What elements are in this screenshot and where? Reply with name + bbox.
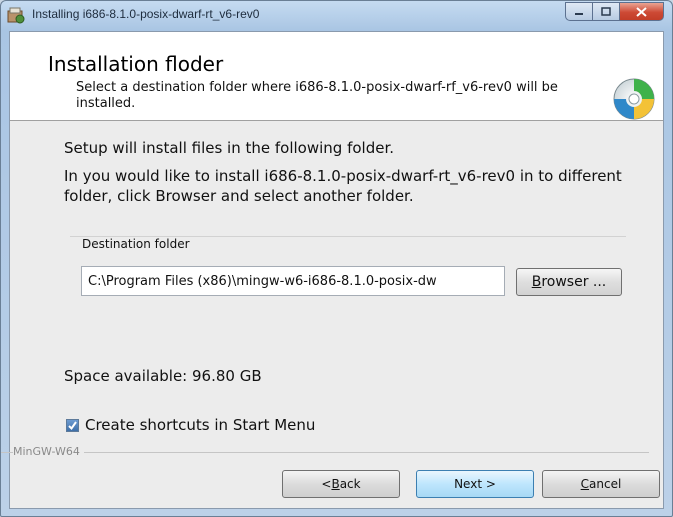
destination-path-input[interactable] <box>81 266 505 296</box>
back-prefix: < <box>321 477 332 491</box>
title-bar[interactable]: Installing i686-8.1.0-posix-dwarf-rt_v6-… <box>1 1 672 29</box>
page-description: Select a destination folder where i686-8… <box>76 80 558 111</box>
back-button[interactable]: < Back <box>282 470 400 498</box>
minimize-icon <box>575 12 583 15</box>
next-label: Next > <box>454 477 496 491</box>
shortcuts-label: Create shortcuts in Start Menu <box>85 416 316 434</box>
back-accel: B <box>331 477 340 491</box>
cancel-button[interactable]: Cancel <box>542 470 660 498</box>
installer-icon <box>7 7 25 24</box>
dialog-content: Installation floder Select a destination… <box>1 31 664 509</box>
instructions-text: In you would like to install i686-8.1.0-… <box>64 167 622 205</box>
destination-group-label: Destination folder <box>82 237 194 251</box>
cancel-label: ancel <box>589 477 622 491</box>
caption-buttons <box>565 2 664 21</box>
maximize-button[interactable] <box>592 2 619 21</box>
cancel-accel: C <box>580 477 590 491</box>
close-icon <box>636 6 647 17</box>
maximize-icon <box>601 7 611 16</box>
browse-button[interactable]: Browser ... <box>516 268 622 296</box>
cd-disc-icon <box>613 78 655 120</box>
browse-accel: B <box>531 274 542 290</box>
shortcuts-checkbox[interactable] <box>66 418 79 432</box>
header-panel: Installation floder Select a destination… <box>10 32 663 121</box>
brand-label: MinGW-W64 <box>13 445 84 458</box>
brand-divider <box>1 452 649 453</box>
minimize-button[interactable] <box>565 2 592 21</box>
next-button[interactable]: Next > <box>416 470 534 498</box>
browse-label: rowser ... <box>541 274 607 290</box>
installer-window: Installing i686-8.1.0-posix-dwarf-rt_v6-… <box>0 0 673 517</box>
checkmark-icon <box>68 420 77 430</box>
page-title: Installation floder <box>48 52 224 76</box>
close-button[interactable] <box>619 2 664 21</box>
back-label: ack <box>339 477 361 491</box>
window-title: Installing i686-8.1.0-posix-dwarf-rt_v6-… <box>32 7 260 21</box>
shortcuts-row[interactable]: Create shortcuts in Start Menu <box>66 416 315 434</box>
intro-text: Setup will install files in the followin… <box>64 139 395 157</box>
space-available: Space available: 96.80 GB <box>64 367 262 385</box>
